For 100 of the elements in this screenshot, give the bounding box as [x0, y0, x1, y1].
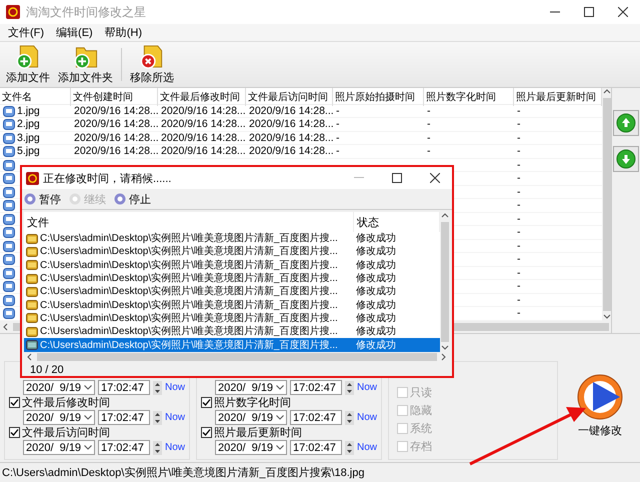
folder-icon [26, 260, 38, 270]
table-cell: - [517, 253, 520, 266]
checkbox-label: 文件最后访问时间 [22, 426, 110, 440]
column-header[interactable]: 照片原始拍摄时间 [333, 88, 424, 106]
checkbox-label: 照片最后更新时间 [214, 426, 302, 440]
table-cell: 1.jpg [17, 104, 40, 118]
column-header[interactable]: 文件创建时间 [71, 88, 158, 106]
table-cell: 2020/9/16 14:28... [161, 132, 246, 144]
column-header[interactable]: 文件最后修改时间 [158, 88, 246, 106]
vertical-scrollbar[interactable] [440, 212, 450, 352]
up-chevron-icon[interactable] [602, 88, 610, 96]
window-title: 淘淘文件时间修改之星 [26, 4, 147, 20]
file-path: C:\Users\admin\Desktop\实例照片\唯美意境图片清新_百度图片搜... [40, 258, 338, 272]
file-path: C:\Users\admin\Desktop\实例照片\唯美意境图片清新_百度图片搜... [40, 298, 338, 312]
time-field[interactable]: 17:02:47 [290, 380, 342, 396]
toolbar-button[interactable]: 停止 [114, 192, 151, 206]
file-path: C:\Users\admin\Desktop\实例照片\唯美意境图片清新_百度图片搜... [40, 232, 338, 246]
vertical-scrollbar[interactable] [602, 88, 611, 322]
status-text: 修改成功 [356, 325, 396, 338]
maximize-icon [392, 173, 402, 183]
column-header[interactable]: 照片数字化时间 [424, 88, 514, 106]
status-text: 修改成功 [356, 312, 396, 325]
status-bar: C:\Users\admin\Desktop\实例照片\唯美意境图片清新_百度图片搜索\18.jpg [0, 462, 640, 482]
table-cell: 2020/9/16 14:28... [74, 104, 158, 118]
toolbar-button[interactable]: 暂停 [24, 192, 61, 206]
move-down-button[interactable] [613, 146, 639, 172]
file-path: C:\Users\admin\Desktop\实例照片\唯美意境图片清新_百度图片搜... [40, 312, 338, 325]
maximize-icon [584, 7, 594, 17]
checkbox[interactable] [201, 397, 212, 408]
column-header[interactable]: 文件最后访问时间 [246, 88, 333, 106]
close-icon [430, 173, 440, 183]
status-text: 修改成功 [356, 272, 396, 286]
date-picker[interactable]: 2020/ 9/19 [23, 410, 95, 426]
list-row[interactable]: C:\Users\admin\Desktop\实例照片\唯美意境图片清新_百度图片搜... 修改成功 [24, 338, 440, 352]
table-cell: - [517, 145, 520, 158]
left-chevron-icon[interactable] [2, 323, 10, 332]
now-link[interactable]: Now [165, 442, 186, 454]
folder-icon [26, 326, 38, 337]
table-cell: - [336, 104, 340, 118]
spinner-icon[interactable] [345, 440, 354, 455]
date-picker[interactable]: 2020/ 9/19 [23, 440, 95, 456]
spinner-icon[interactable] [345, 380, 354, 395]
menu-item[interactable]: 编辑(E) [50, 24, 99, 40]
date-picker[interactable]: 2020/ 9/19 [215, 380, 287, 396]
minimize-icon [550, 11, 560, 13]
menu-item[interactable]: 文件(F) [2, 24, 50, 40]
move-up-button[interactable] [613, 110, 639, 136]
table-cell: - [517, 212, 520, 226]
toolbar-button[interactable]: 添加文件夹 [54, 44, 117, 85]
table-cell: - [517, 240, 520, 252]
horizontal-scrollbar[interactable] [24, 352, 450, 363]
now-link[interactable]: Now [357, 442, 378, 454]
toolbar-button[interactable]: 移除所选 [126, 44, 178, 85]
folder-icon [26, 340, 38, 350]
table-cell: 2020/9/16 14:28... [161, 118, 246, 131]
checkbox-label: 照片数字化时间 [214, 396, 291, 410]
spinner-icon[interactable] [153, 380, 162, 395]
down-chevron-icon[interactable] [441, 344, 449, 352]
time-field[interactable]: 17:02:47 [98, 440, 150, 456]
table-cell: - [427, 145, 430, 158]
caret-icon [276, 415, 284, 420]
list-row[interactable]: C:\Users\admin\Desktop\实例照片\唯美意境图片清新_百度图片搜... 修改成功 [24, 232, 440, 246]
run-button[interactable]: 一键修改 [576, 373, 624, 438]
table-cell: - [427, 118, 430, 131]
file-path: C:\Users\admin\Desktop\实例照片\唯美意境图片清新_百度图片搜... [40, 338, 338, 352]
checkbox-label: 存档 [410, 440, 432, 454]
table-cell: - [427, 104, 430, 118]
time-field[interactable]: 17:02:47 [98, 410, 150, 426]
time-field[interactable]: 17:02:47 [290, 440, 342, 456]
folder-icon [26, 274, 38, 284]
checkbox[interactable] [201, 427, 212, 438]
left-chevron-icon[interactable] [26, 353, 34, 362]
app-logo-icon [26, 172, 39, 184]
table-cell: 2020/9/16 14:28... [249, 145, 333, 158]
checkbox[interactable] [9, 397, 20, 408]
spinner-icon[interactable] [153, 440, 162, 455]
now-link[interactable]: Now [357, 382, 378, 394]
status-text: 修改成功 [356, 298, 396, 312]
spinner-icon[interactable] [153, 410, 162, 425]
table-cell: - [517, 118, 520, 131]
menu-item[interactable]: 帮助(H) [98, 24, 148, 40]
status-text: 修改成功 [356, 245, 396, 258]
minimize-icon [354, 177, 364, 179]
now-link[interactable]: Now [165, 382, 186, 394]
spinner-icon[interactable] [345, 410, 354, 425]
up-chevron-icon[interactable] [441, 212, 449, 220]
down-chevron-icon[interactable] [602, 313, 610, 322]
time-field[interactable]: 17:02:47 [290, 410, 342, 426]
right-chevron-icon[interactable] [440, 353, 448, 362]
time-field[interactable]: 17:02:47 [98, 380, 150, 396]
checkbox[interactable] [9, 427, 20, 438]
date-picker[interactable]: 2020/ 9/19 [23, 380, 95, 396]
table-cell: - [336, 145, 340, 158]
date-picker[interactable]: 2020/ 9/19 [215, 410, 287, 426]
status-text: 修改成功 [356, 258, 396, 272]
now-link[interactable]: Now [165, 412, 186, 424]
table-cell: 2020/9/16 14:28... [249, 104, 333, 118]
toolbar-button[interactable]: 添加文件 [2, 44, 54, 85]
date-picker[interactable]: 2020/ 9/19 [215, 440, 287, 456]
now-link[interactable]: Now [357, 412, 378, 424]
